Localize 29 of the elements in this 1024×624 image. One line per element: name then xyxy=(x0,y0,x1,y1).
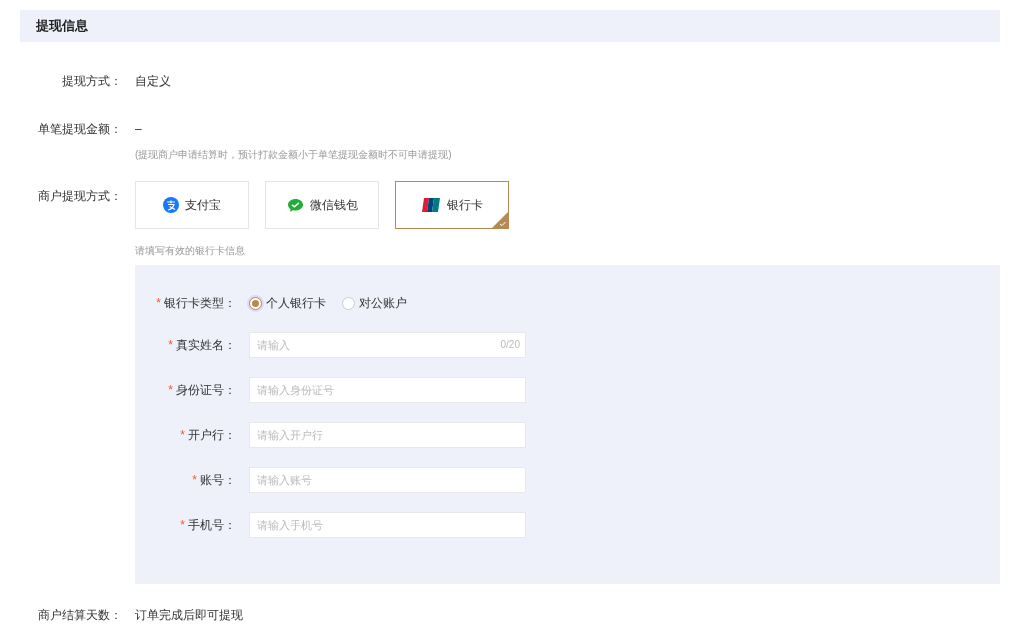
field-value: 自定义 xyxy=(135,73,171,90)
radio-option[interactable]: 对公账户 xyxy=(342,294,407,312)
field-label: 单笔提现金额： xyxy=(37,121,123,138)
field-label: 商户提现方式： xyxy=(37,188,123,205)
field-label: * 身份证号： xyxy=(167,382,237,399)
section-title: 提现信息 xyxy=(36,17,88,36)
bank-card-logo-icon xyxy=(421,198,441,212)
chat-bubble-icon xyxy=(286,197,304,213)
field-label: * 真实姓名： xyxy=(167,337,237,354)
field-label: * 账号： xyxy=(191,472,237,489)
radio-option[interactable]: 个人银行卡 xyxy=(249,294,326,312)
radio-button[interactable] xyxy=(249,296,262,310)
payment-logo-icon xyxy=(163,197,179,213)
payment-method-option[interactable]: 银行卡 xyxy=(395,181,509,229)
field-label: 提现方式： xyxy=(61,73,123,90)
check-corner-icon xyxy=(492,212,508,228)
payment-method-option[interactable]: 微信钱包 xyxy=(265,181,379,229)
field-label: * 银行卡类型： xyxy=(155,295,237,312)
field-value: 订单完成后即可提现 xyxy=(135,607,243,624)
field-label: * 开户行： xyxy=(179,427,237,444)
text-input[interactable]: 请输入开户行 xyxy=(249,422,526,448)
hint-text: (提现商户申请结算时，预计打款金额小于单笔提现金额时不可申请提现) xyxy=(135,149,452,160)
field-label: 商户结算天数： xyxy=(37,607,123,624)
field-value: – xyxy=(135,121,142,138)
character-counter: 0/20 xyxy=(500,338,520,352)
payment-method-option[interactable]: 支付宝 xyxy=(135,181,249,229)
hint-text: 请填写有效的银行卡信息 xyxy=(135,245,245,256)
field-label: * 手机号： xyxy=(179,517,237,534)
radio-button[interactable] xyxy=(342,296,355,310)
